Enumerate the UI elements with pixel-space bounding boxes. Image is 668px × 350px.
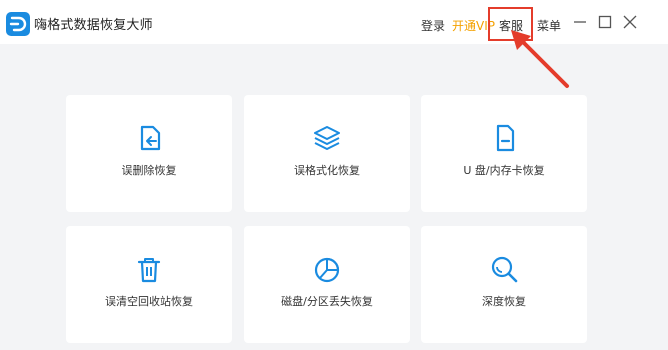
card-label: 误删除恢复 [121,164,177,177]
card-deleted-recovery[interactable]: 误删除恢复 [66,95,232,212]
card-deep-recovery[interactable]: 深度恢复 [421,226,587,343]
maximize-icon[interactable] [597,14,613,30]
card-recycle-bin-recovery[interactable]: 误清空回收站恢复 [66,226,232,343]
card-label: U 盘/内存卡恢复 [463,164,545,177]
card-label: 磁盘/分区丢失恢复 [281,295,373,308]
trash-icon [137,258,161,283]
annotation-arrow-icon [511,30,569,88]
magnifier-icon [491,256,518,283]
layers-icon [314,126,340,150]
login-link[interactable]: 登录 [421,17,445,34]
card-label: 深度恢复 [482,295,526,308]
card-label: 误格式化恢复 [294,164,360,177]
pie-chart-icon [314,257,340,283]
file-undo-icon [140,125,161,151]
card-format-recovery[interactable]: 误格式化恢复 [244,95,410,212]
close-icon[interactable] [622,14,638,30]
card-partition-recovery[interactable]: 磁盘/分区丢失恢复 [244,226,410,343]
app-title: 嗨格式数据恢复大师 [34,18,153,33]
card-label: 误清空回收站恢复 [105,295,193,308]
app-logo-icon [6,12,30,36]
minimize-icon[interactable] [572,14,588,30]
sd-card-icon [496,124,515,152]
card-usb-sd-recovery[interactable]: U 盘/内存卡恢复 [421,95,587,212]
